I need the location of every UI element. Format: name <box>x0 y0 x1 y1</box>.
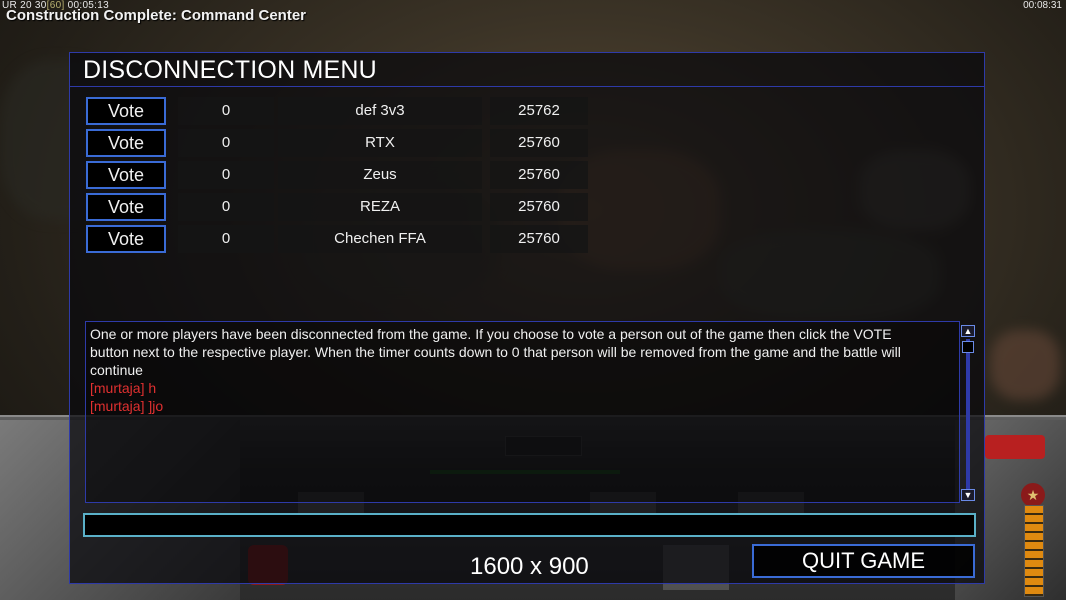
chat-message: [murtaja] ]jo <box>90 398 164 414</box>
power-meter <box>1024 505 1044 597</box>
vote-count: 0 <box>178 161 274 189</box>
vote-count: 0 <box>178 129 274 157</box>
player-port: 25760 <box>490 129 588 157</box>
player-port: 25760 <box>490 193 588 221</box>
player-port: 25760 <box>490 161 588 189</box>
notification-text: Construction Complete: Command Center <box>6 7 307 24</box>
triangle-down-icon[interactable]: ▼ <box>961 489 975 501</box>
vote-button[interactable]: Vote <box>86 97 166 125</box>
player-name: REZA <box>278 193 482 221</box>
vote-button[interactable]: Vote <box>86 193 166 221</box>
title-divider <box>70 86 984 87</box>
chat-log[interactable]: One or more players have been disconnect… <box>85 321 960 503</box>
menu-title: DISCONNECTION MENU <box>83 56 377 84</box>
chat-scrollbar[interactable]: ▲ ▼ <box>961 325 975 501</box>
game-clock: 00:08:31 <box>1023 0 1062 11</box>
vote-button[interactable]: Vote <box>86 225 166 253</box>
info-text: One or more players have been disconnect… <box>90 326 892 342</box>
info-text: button next to the respective player. Wh… <box>90 344 901 360</box>
disconnection-menu: DISCONNECTION MENU Vote 0 def 3v3 25762 … <box>69 52 985 584</box>
player-port: 25760 <box>490 225 588 253</box>
star-icon: ★ <box>1021 483 1045 507</box>
vote-count: 0 <box>178 193 274 221</box>
player-name: Chechen FFA <box>278 225 482 253</box>
chat-content: One or more players have been disconnect… <box>90 325 958 415</box>
vote-count: 0 <box>178 225 274 253</box>
player-name: RTX <box>278 129 482 157</box>
vote-button[interactable]: Vote <box>86 129 166 157</box>
quit-game-button[interactable]: QUIT GAME <box>752 544 975 578</box>
info-text: continue <box>90 362 143 378</box>
terrain-patch <box>990 330 1060 400</box>
control-bar-indicator <box>985 435 1045 459</box>
player-port: 25762 <box>490 97 588 125</box>
triangle-up-icon[interactable]: ▲ <box>961 325 975 337</box>
vote-button[interactable]: Vote <box>86 161 166 189</box>
scroll-track[interactable] <box>966 339 970 489</box>
chat-input[interactable] <box>83 513 976 537</box>
player-name: Zeus <box>278 161 482 189</box>
chat-message: [murtaja] h <box>90 380 157 396</box>
player-name: def 3v3 <box>278 97 482 125</box>
resolution-label: 1600 x 900 <box>470 553 589 580</box>
scroll-thumb[interactable] <box>962 341 974 353</box>
vote-count: 0 <box>178 97 274 125</box>
